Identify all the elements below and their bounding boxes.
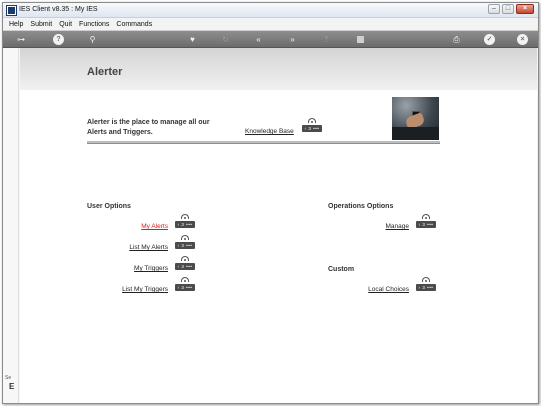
list-my-triggers-badge[interactable]: ‹ 3 •••: [175, 277, 195, 293]
wifi-icon: [422, 214, 430, 219]
close-icon[interactable]: ×: [517, 34, 528, 45]
stop-icon[interactable]: [357, 36, 364, 43]
wifi-icon: [308, 118, 316, 123]
menu-quit[interactable]: Quit: [59, 21, 72, 28]
upload-icon[interactable]: ⇡: [321, 34, 332, 45]
app-window: IES Client v8.35 : My IES – □ × Help Sub…: [2, 2, 539, 404]
my-triggers-link[interactable]: My Triggers: [134, 265, 168, 272]
divider: [87, 141, 440, 144]
forward-icon[interactable]: »: [287, 34, 298, 45]
wifi-icon: [181, 235, 189, 240]
my-alerts-badge[interactable]: ‹ 3 •••: [175, 214, 195, 230]
header-photo: [392, 97, 439, 140]
refresh-icon[interactable]: ↻: [220, 34, 231, 45]
list-my-alerts-badge[interactable]: ‹ 3 •••: [175, 235, 195, 251]
key-icon[interactable]: ⊶: [11, 34, 31, 45]
badge-pill: ‹ 3 •••: [175, 242, 195, 249]
badge-pill: ‹ 3 •••: [416, 284, 436, 291]
local-choices-link[interactable]: Local Choices: [368, 286, 409, 293]
local-choices-badge[interactable]: ‹ 3 •••: [416, 277, 436, 293]
operations-options-title: Operations Options: [328, 203, 394, 210]
menu-help[interactable]: Help: [9, 21, 23, 28]
badge-pill: ‹ 3 •••: [175, 263, 195, 270]
print-icon[interactable]: ⎙: [451, 34, 462, 45]
custom-title: Custom: [328, 266, 355, 273]
wifi-icon: [181, 256, 189, 261]
heart-icon[interactable]: ♥: [187, 34, 198, 45]
badge-pill: ‹ 3 •••: [175, 284, 195, 291]
minimize-button[interactable]: –: [488, 4, 500, 14]
badge-pill: ‹ 3 •••: [175, 221, 195, 228]
kb-badge[interactable]: ‹ 3 •••: [302, 118, 322, 134]
menu-submit[interactable]: Submit: [30, 21, 52, 28]
list-my-triggers-link[interactable]: List My Triggers: [122, 286, 168, 293]
badge-pill: ‹ 3 •••: [302, 125, 322, 132]
my-alerts-link[interactable]: My Alerts: [141, 223, 168, 230]
manage-badge[interactable]: ‹ 3 •••: [416, 214, 436, 230]
app-logo-icon: [7, 6, 16, 15]
toolbar: ⊶ ? ⚲ ♥ ↻ « » ⇡ ⎙ ✓ ×: [3, 31, 538, 48]
user-options-title: User Options: [87, 203, 131, 210]
wifi-icon: [181, 277, 189, 282]
close-window-button[interactable]: ×: [516, 4, 534, 14]
wifi-icon: [422, 277, 430, 282]
wifi-icon: [181, 214, 189, 219]
maximize-button[interactable]: □: [502, 4, 514, 14]
left-side-panel: Se E: [3, 48, 19, 403]
knowledge-base-link[interactable]: Knowledge Base: [245, 128, 294, 135]
menu-bar: Help Submit Quit Functions Commands: [3, 18, 538, 31]
back-icon[interactable]: «: [253, 34, 264, 45]
check-icon[interactable]: ✓: [484, 34, 495, 45]
window-controls: – □ ×: [488, 4, 534, 14]
main-content: Alerter Alerter is the place to manage a…: [20, 48, 537, 403]
intro-text: Alerter is the place to manage all our A…: [87, 119, 210, 136]
page-title: Alerter: [87, 66, 123, 78]
list-my-alerts-link[interactable]: List My Alerts: [129, 244, 168, 251]
menu-commands[interactable]: Commands: [116, 21, 152, 28]
badge-pill: ‹ 3 •••: [416, 221, 436, 228]
title-bar: IES Client v8.35 : My IES – □ ×: [3, 3, 538, 18]
manage-link[interactable]: Manage: [386, 223, 410, 230]
window-title: IES Client v8.35 : My IES: [19, 6, 98, 13]
search-icon[interactable]: ⚲: [87, 34, 98, 45]
menu-functions[interactable]: Functions: [79, 21, 109, 28]
help-icon[interactable]: ?: [53, 34, 64, 45]
side-label: Se: [5, 375, 12, 381]
side-label-2: E: [9, 382, 15, 391]
my-triggers-badge[interactable]: ‹ 3 •••: [175, 256, 195, 272]
